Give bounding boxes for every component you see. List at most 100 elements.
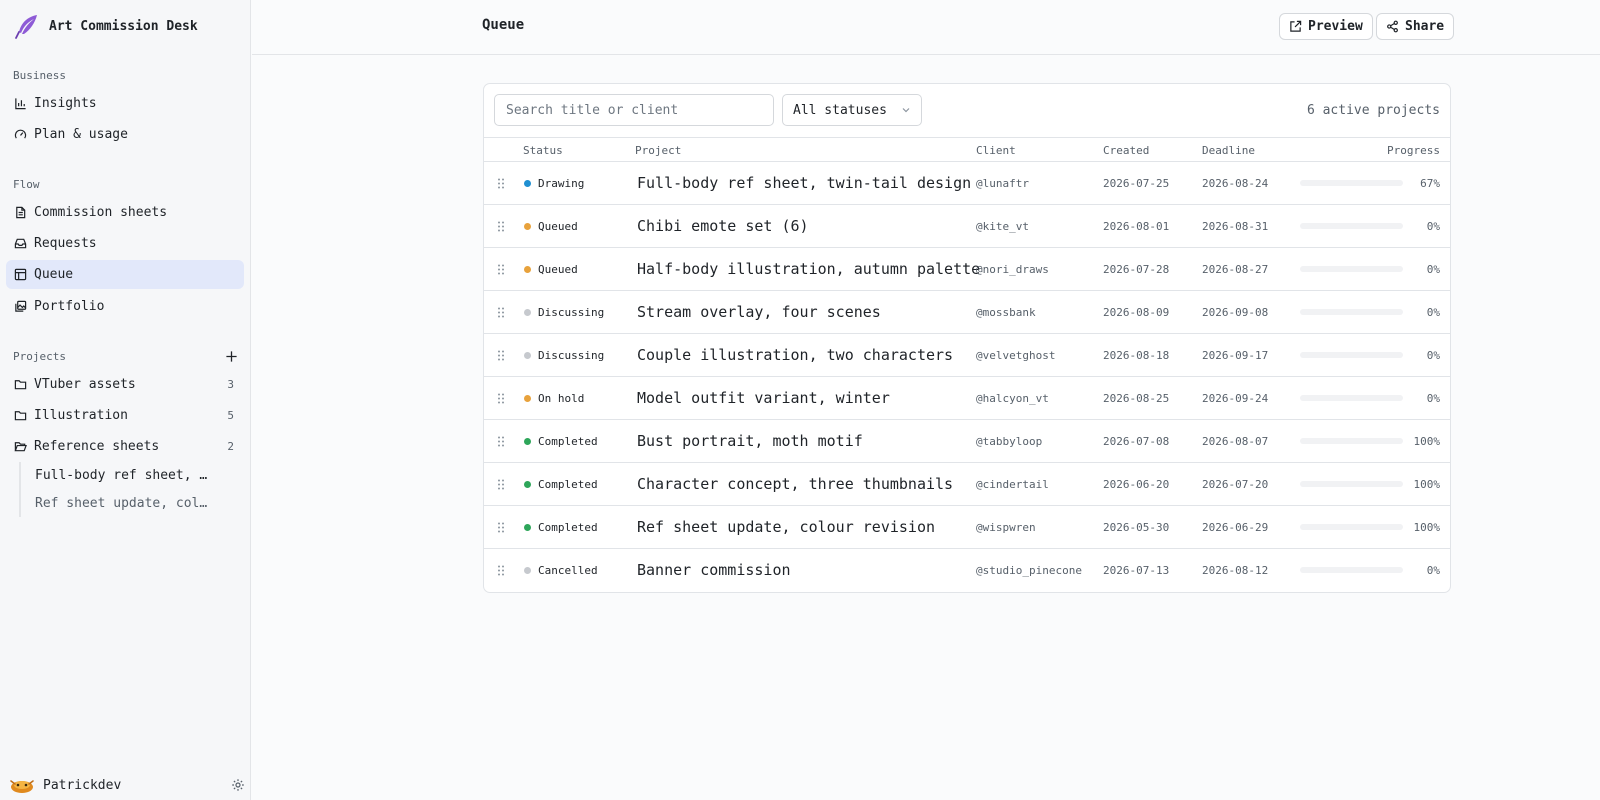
table-row[interactable]: Completed Character concept, three thumbn… — [484, 463, 1450, 506]
column-header-deadline[interactable]: Deadline — [1202, 144, 1255, 157]
client-handle: @cindertail — [976, 477, 1049, 491]
progress-bar — [1300, 205, 1403, 247]
progress-track — [1300, 266, 1403, 272]
created-date: 2026-06-20 — [1103, 477, 1170, 491]
sidebar-item-label: Illustration — [34, 408, 128, 423]
progress-bar — [1300, 420, 1403, 462]
status-dot — [524, 523, 531, 531]
project-title[interactable]: Character concept, three thumbnails — [637, 463, 953, 505]
share-icon — [1387, 20, 1398, 33]
progress-track — [1300, 481, 1403, 487]
file-text-icon — [16, 206, 26, 219]
client-handle: @nori_draws — [976, 262, 1049, 276]
drag-handle[interactable] — [497, 205, 507, 247]
progress-percent: 0% — [1426, 391, 1440, 405]
created-date: 2026-07-13 — [1103, 563, 1170, 577]
drag-handle[interactable] — [497, 549, 507, 591]
drag-handle-icon — [498, 436, 504, 446]
sidebar-item-commission-sheets[interactable]: Commission sheets — [6, 198, 244, 227]
table-row[interactable]: On hold Model outfit variant, winter @halc… — [484, 377, 1450, 420]
drag-handle-icon — [498, 264, 504, 274]
drag-handle[interactable] — [497, 377, 507, 419]
sidebar-item-illustration[interactable]: Illustration 5 — [6, 401, 244, 430]
project-title[interactable]: Full-body ref sheet, twin-tail design — [637, 162, 971, 204]
project-title[interactable]: Banner commission — [637, 549, 791, 591]
status-label: Completed — [538, 520, 598, 534]
brand[interactable]: Art Commission Desk — [13, 13, 198, 39]
column-header-created[interactable]: Created — [1103, 144, 1149, 157]
sidebar-item-portfolio[interactable]: Portfolio — [6, 292, 244, 321]
plus-icon — [225, 350, 237, 362]
table-row[interactable]: Queued Chibi emote set (6) @kite_vt 2026-08… — [484, 205, 1450, 248]
table-row[interactable]: Completed Ref sheet update, colour revisi… — [484, 506, 1450, 549]
preview-button[interactable]: Preview — [1279, 13, 1373, 40]
drag-handle[interactable] — [497, 506, 507, 548]
sidebar-item-queue[interactable]: Queue — [6, 260, 244, 289]
column-header-progress[interactable]: Progress — [1387, 144, 1440, 157]
drag-handle[interactable] — [497, 291, 507, 333]
status-dot — [524, 566, 531, 574]
drag-handle[interactable] — [497, 420, 507, 462]
status-dot — [524, 437, 531, 445]
drag-handle-icon — [498, 221, 504, 231]
project-title[interactable]: Couple illustration, two characters — [637, 334, 953, 376]
preview-label: Preview — [1308, 19, 1363, 34]
project-title[interactable]: Stream overlay, four scenes — [637, 291, 881, 333]
progress-track — [1300, 567, 1403, 573]
sidebar-item-label: Plan & usage — [34, 127, 128, 142]
gallery-icon — [15, 300, 27, 312]
table-row[interactable]: Discussing Stream overlay, four scenes @mo… — [484, 291, 1450, 334]
drag-handle[interactable] — [497, 248, 507, 290]
search-input[interactable] — [494, 94, 774, 126]
client-handle: @halcyon_vt — [976, 391, 1049, 405]
status-badge: Completed — [524, 463, 598, 505]
status-dot — [524, 265, 531, 273]
table-row[interactable]: Discussing Couple illustration, two chara… — [484, 334, 1450, 377]
drag-handle[interactable] — [497, 162, 507, 204]
user-profile[interactable]: Patrickdev — [9, 772, 245, 798]
progress-percent: 100% — [1413, 477, 1441, 491]
status-badge: Drawing — [524, 162, 584, 204]
subtree-item[interactable]: Ref sheet update, colour revision — [35, 496, 215, 511]
table-row[interactable]: Queued Half-body illustration, autumn pal… — [484, 248, 1450, 291]
project-title[interactable]: Chibi emote set (6) — [637, 205, 809, 247]
table-row[interactable]: Completed Bust portrait, moth motif @tabby… — [484, 420, 1450, 463]
gear-icon[interactable] — [231, 778, 245, 792]
project-title[interactable]: Half-body illustration, autumn palette — [637, 248, 980, 290]
column-header-project[interactable]: Project — [635, 144, 681, 157]
app-title: Art Commission Desk — [49, 18, 198, 34]
table-row[interactable]: Cancelled Banner commission @studio_pineco… — [484, 549, 1450, 592]
created-date: 2026-08-25 — [1103, 391, 1170, 405]
reference-sheets-subtree: Full-body ref sheet, twin-tail design Re… — [19, 462, 239, 517]
deadline-date: 2026-08-07 — [1202, 434, 1269, 448]
sidebar-item-label: Queue — [34, 267, 74, 282]
column-header-status[interactable]: Status — [523, 144, 563, 157]
status-label: Completed — [538, 434, 598, 448]
project-title[interactable]: Ref sheet update, colour revision — [637, 506, 935, 548]
status-badge: Discussing — [524, 334, 604, 376]
status-filter-select[interactable]: All statuses — [782, 94, 922, 126]
project-title[interactable]: Bust portrait, moth motif — [637, 420, 863, 462]
progress-track — [1300, 524, 1403, 530]
project-title[interactable]: Model outfit variant, winter — [637, 377, 890, 419]
add-project-button[interactable] — [223, 348, 239, 364]
sidebar-item-requests[interactable]: Requests — [6, 229, 244, 258]
status-badge: Cancelled — [524, 549, 598, 591]
drag-handle[interactable] — [497, 463, 507, 505]
created-date: 2026-08-18 — [1103, 348, 1170, 362]
column-header-client[interactable]: Client — [976, 144, 1016, 157]
sidebar-item-insights[interactable]: Insights — [6, 89, 244, 118]
sidebar-item-plan-usage[interactable]: Plan & usage — [6, 120, 244, 149]
table-body: Drawing Full-body ref sheet, twin-tail de… — [484, 162, 1450, 592]
subtree-item[interactable]: Full-body ref sheet, twin-tail design — [35, 468, 215, 483]
share-label: Share — [1405, 19, 1445, 34]
share-button[interactable]: Share — [1376, 13, 1455, 40]
section-title-business: Business — [13, 69, 66, 82]
sidebar-item-reference-sheets[interactable]: Reference sheets 2 — [6, 432, 244, 461]
drag-handle[interactable] — [497, 334, 507, 376]
progress-percent: 0% — [1426, 563, 1440, 577]
table-row[interactable]: Drawing Full-body ref sheet, twin-tail de… — [484, 162, 1450, 205]
sidebar-item-vtuber-assets[interactable]: VTuber assets 3 — [6, 370, 244, 399]
avatar — [9, 775, 35, 795]
status-badge: Completed — [524, 506, 598, 548]
